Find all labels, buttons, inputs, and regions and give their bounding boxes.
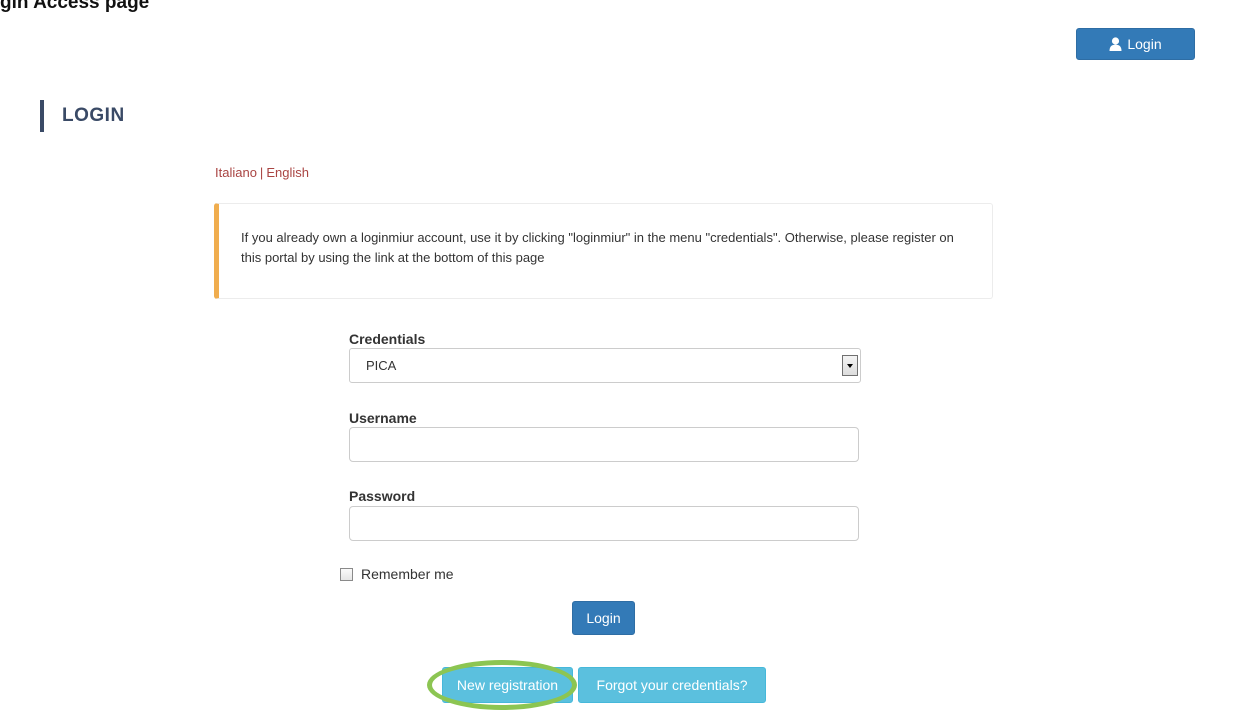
remember-me: Remember me (340, 566, 454, 582)
forgot-credentials-button[interactable]: Forgot your credentials? (578, 667, 766, 703)
language-separator: | (259, 165, 264, 180)
credentials-selected-value: PICA (366, 358, 397, 373)
page-title: LOGIN (40, 100, 125, 132)
figure-caption: gin Access page (0, 0, 150, 13)
user-icon (1109, 37, 1122, 51)
login-button[interactable]: Login (572, 601, 635, 635)
new-registration-button[interactable]: New registration (442, 667, 573, 703)
header-login-button[interactable]: Login (1076, 28, 1195, 60)
remember-me-checkbox[interactable] (340, 567, 353, 581)
username-input[interactable] (349, 427, 859, 462)
language-italiano-link[interactable]: Italiano (215, 165, 257, 180)
remember-me-label: Remember me (361, 566, 454, 582)
info-notice-text: If you already own a loginmiur account, … (241, 230, 954, 265)
language-switcher: Italiano | English (215, 165, 309, 180)
credentials-select[interactable]: PICA (349, 348, 861, 383)
select-arrow-icon[interactable] (842, 355, 858, 376)
password-input[interactable] (349, 506, 859, 541)
language-english-link[interactable]: English (266, 165, 309, 180)
username-label: Username (349, 410, 417, 426)
header-login-label: Login (1127, 36, 1162, 52)
password-label: Password (349, 488, 416, 504)
info-notice: If you already own a loginmiur account, … (214, 203, 993, 299)
credentials-label: Credentials (349, 331, 426, 347)
